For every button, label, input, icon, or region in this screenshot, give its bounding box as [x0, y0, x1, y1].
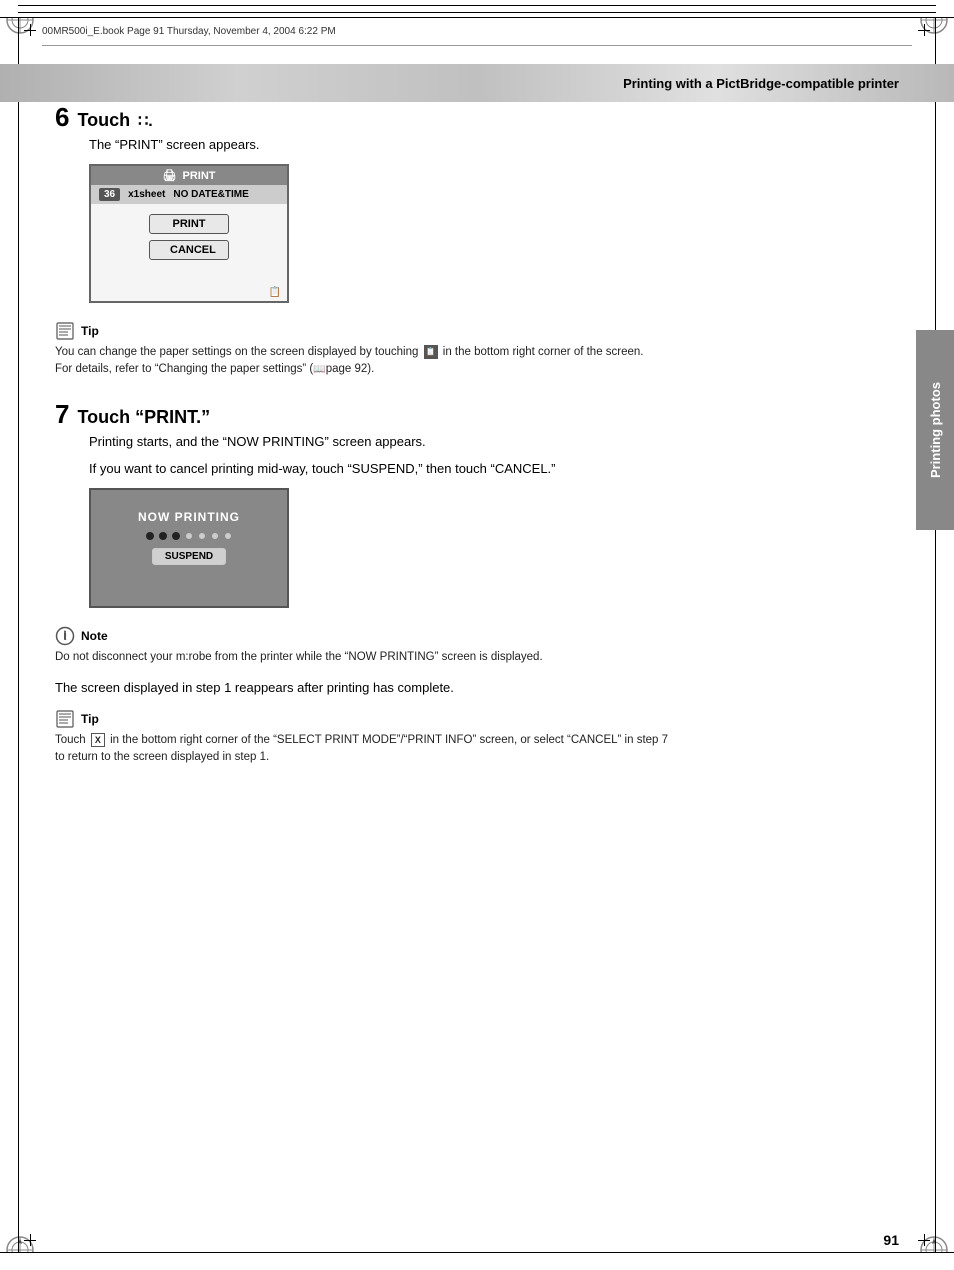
- closing-text: The screen displayed in step 1 reappears…: [55, 680, 899, 695]
- tip1-header: Tip: [55, 321, 899, 341]
- dot-4: [185, 532, 193, 540]
- print-info-row: 36 x1sheet NO DATE&TIME: [91, 185, 287, 204]
- step6-number: 6: [55, 102, 69, 133]
- dot-3: [172, 532, 180, 540]
- tip2-icon: [55, 709, 75, 729]
- crosshair-tl: [24, 24, 36, 36]
- step7-title: Touch “PRINT.”: [77, 407, 210, 428]
- step6-subtitle: The “PRINT” screen appears.: [89, 137, 899, 152]
- tip2-box: Tip Touch X in the bottom right corner o…: [55, 709, 899, 767]
- note1-box: ! Note Do not disconnect your m:robe fro…: [55, 626, 899, 666]
- file-info-bar: 00MR500i_E.book Page 91 Thursday, Novemb…: [42, 18, 912, 46]
- note1-text: Do not disconnect your m:robe from the p…: [55, 649, 899, 666]
- print-screen-title-bar: 🖨 PRINT: [91, 166, 287, 185]
- tip2-x-icon: X: [91, 733, 105, 747]
- suspend-btn[interactable]: SUSPEND: [152, 548, 226, 565]
- dot-5: [198, 532, 206, 540]
- tip2-text2: in the bottom right corner of the “SELEC…: [110, 734, 668, 746]
- footer-icon: 📋: [269, 287, 281, 298]
- print-screen-mockup: 🖨 PRINT 36 x1sheet NO DATE&TIME PRINT CA…: [89, 164, 289, 303]
- bottom-border: [0, 1252, 954, 1270]
- print-screen-footer: 📋: [91, 284, 287, 301]
- tip2-touch-word: Touch: [55, 734, 86, 746]
- step6-title: Touch: [77, 110, 130, 131]
- side-tab-label: Printing photos: [928, 382, 943, 478]
- print-btn[interactable]: PRINT: [149, 214, 229, 234]
- print-date-text: NO DATE&TIME: [173, 189, 248, 200]
- print-number-badge: 36: [99, 188, 120, 201]
- dot-7: [224, 532, 232, 540]
- step7-line2: If you want to cancel printing mid-way, …: [89, 461, 899, 476]
- cancel-btn[interactable]: CANCEL: [149, 240, 229, 260]
- page-number: 91: [883, 1232, 899, 1248]
- print-screen-title: PRINT: [182, 170, 215, 182]
- side-tab: Printing photos: [916, 330, 954, 530]
- accent-band: Printing with a PictBridge-compatible pr…: [0, 64, 954, 102]
- tip2-header: Tip: [55, 709, 899, 729]
- step6-icon: ∷.: [138, 111, 153, 131]
- right-border: [935, 18, 936, 1252]
- dot-6: [211, 532, 219, 540]
- tip2-label: Tip: [81, 712, 99, 726]
- dot-1: [146, 532, 154, 540]
- crosshair-bl: [24, 1234, 36, 1246]
- step7: 7 Touch “PRINT.” Printing starts, and th…: [55, 399, 899, 608]
- print-screen-body: PRINT CANCEL: [91, 204, 287, 284]
- note1-header: ! Note: [55, 626, 899, 646]
- tip2-text: Touch X in the bottom right corner of th…: [55, 732, 899, 767]
- dot-2: [159, 532, 167, 540]
- left-border: [18, 18, 19, 1252]
- note-icon: !: [55, 626, 75, 646]
- tip1-inline-icon: 📋: [424, 345, 438, 359]
- main-content: 6 Touch ∷. The “PRINT” screen appears. 🖨…: [55, 102, 899, 1230]
- tip1-text: You can change the paper settings on the…: [55, 344, 899, 379]
- step7-number: 7: [55, 399, 69, 430]
- chapter-title: Printing with a PictBridge-compatible pr…: [623, 76, 899, 91]
- step7-line1: Printing starts, and the “NOW PRINTING” …: [89, 434, 899, 449]
- top-border: [0, 0, 954, 18]
- print-sheet: x1sheet: [128, 189, 165, 200]
- tip1-box: Tip You can change the paper settings on…: [55, 321, 899, 379]
- crosshair-tr: [918, 24, 930, 36]
- dots-row: [146, 532, 232, 540]
- svg-text:!: !: [64, 632, 67, 642]
- step7-heading: 7 Touch “PRINT.”: [55, 399, 899, 430]
- tip1-icon: [55, 321, 75, 341]
- print-icon: 🖨: [163, 169, 177, 182]
- now-printing-title: NOW PRINTING: [138, 510, 240, 524]
- now-printing-mockup: NOW PRINTING SUSPEND: [89, 488, 289, 608]
- tip1-label: Tip: [81, 324, 99, 338]
- file-info-text: 00MR500i_E.book Page 91 Thursday, Novemb…: [42, 26, 336, 37]
- step6-heading: 6 Touch ∷.: [55, 102, 899, 133]
- crosshair-br: [918, 1234, 930, 1246]
- note1-label: Note: [81, 629, 108, 643]
- tip2-text3: to return to the screen displayed in ste…: [55, 751, 269, 763]
